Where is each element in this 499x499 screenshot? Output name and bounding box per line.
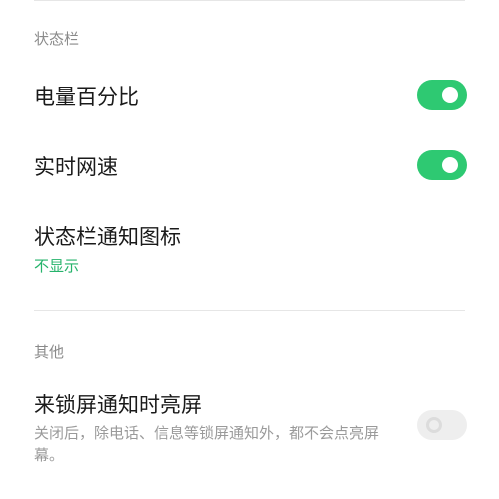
toggle-knob	[442, 157, 458, 173]
setting-row-status-bar-notification-icons[interactable]: 状态栏通知图标 不显示	[0, 210, 499, 285]
wake-screen-toggle[interactable]	[417, 410, 467, 440]
toggle-knob	[426, 417, 442, 433]
top-divider	[34, 0, 465, 1]
section-divider	[34, 310, 465, 311]
setting-description-wake-screen: 关闭后，除电话、信息等锁屏通知外，都不会点亮屏幕。	[34, 424, 380, 464]
setting-title-battery-percentage: 电量百分比	[34, 85, 139, 109]
setting-value-notification-icons: 不显示	[34, 257, 80, 275]
section-header-status-bar: 状态栏	[34, 30, 80, 48]
section-header-other: 其他	[34, 343, 65, 361]
setting-row-wake-screen-on-lockscreen-notification[interactable]: 来锁屏通知时亮屏 关闭后，除电话、信息等锁屏通知外，都不会点亮屏幕。	[0, 380, 499, 485]
setting-title-wake-screen-on-notification: 来锁屏通知时亮屏	[34, 393, 202, 417]
setting-row-realtime-network-speed[interactable]: 实时网速	[0, 139, 499, 189]
realtime-network-speed-toggle[interactable]	[417, 150, 467, 180]
setting-title-status-bar-notification-icons: 状态栏通知图标	[34, 225, 181, 249]
toggle-knob	[442, 87, 458, 103]
setting-title-realtime-network-speed: 实时网速	[34, 155, 118, 179]
setting-row-battery-percentage[interactable]: 电量百分比	[0, 70, 499, 120]
battery-percentage-toggle[interactable]	[417, 80, 467, 110]
